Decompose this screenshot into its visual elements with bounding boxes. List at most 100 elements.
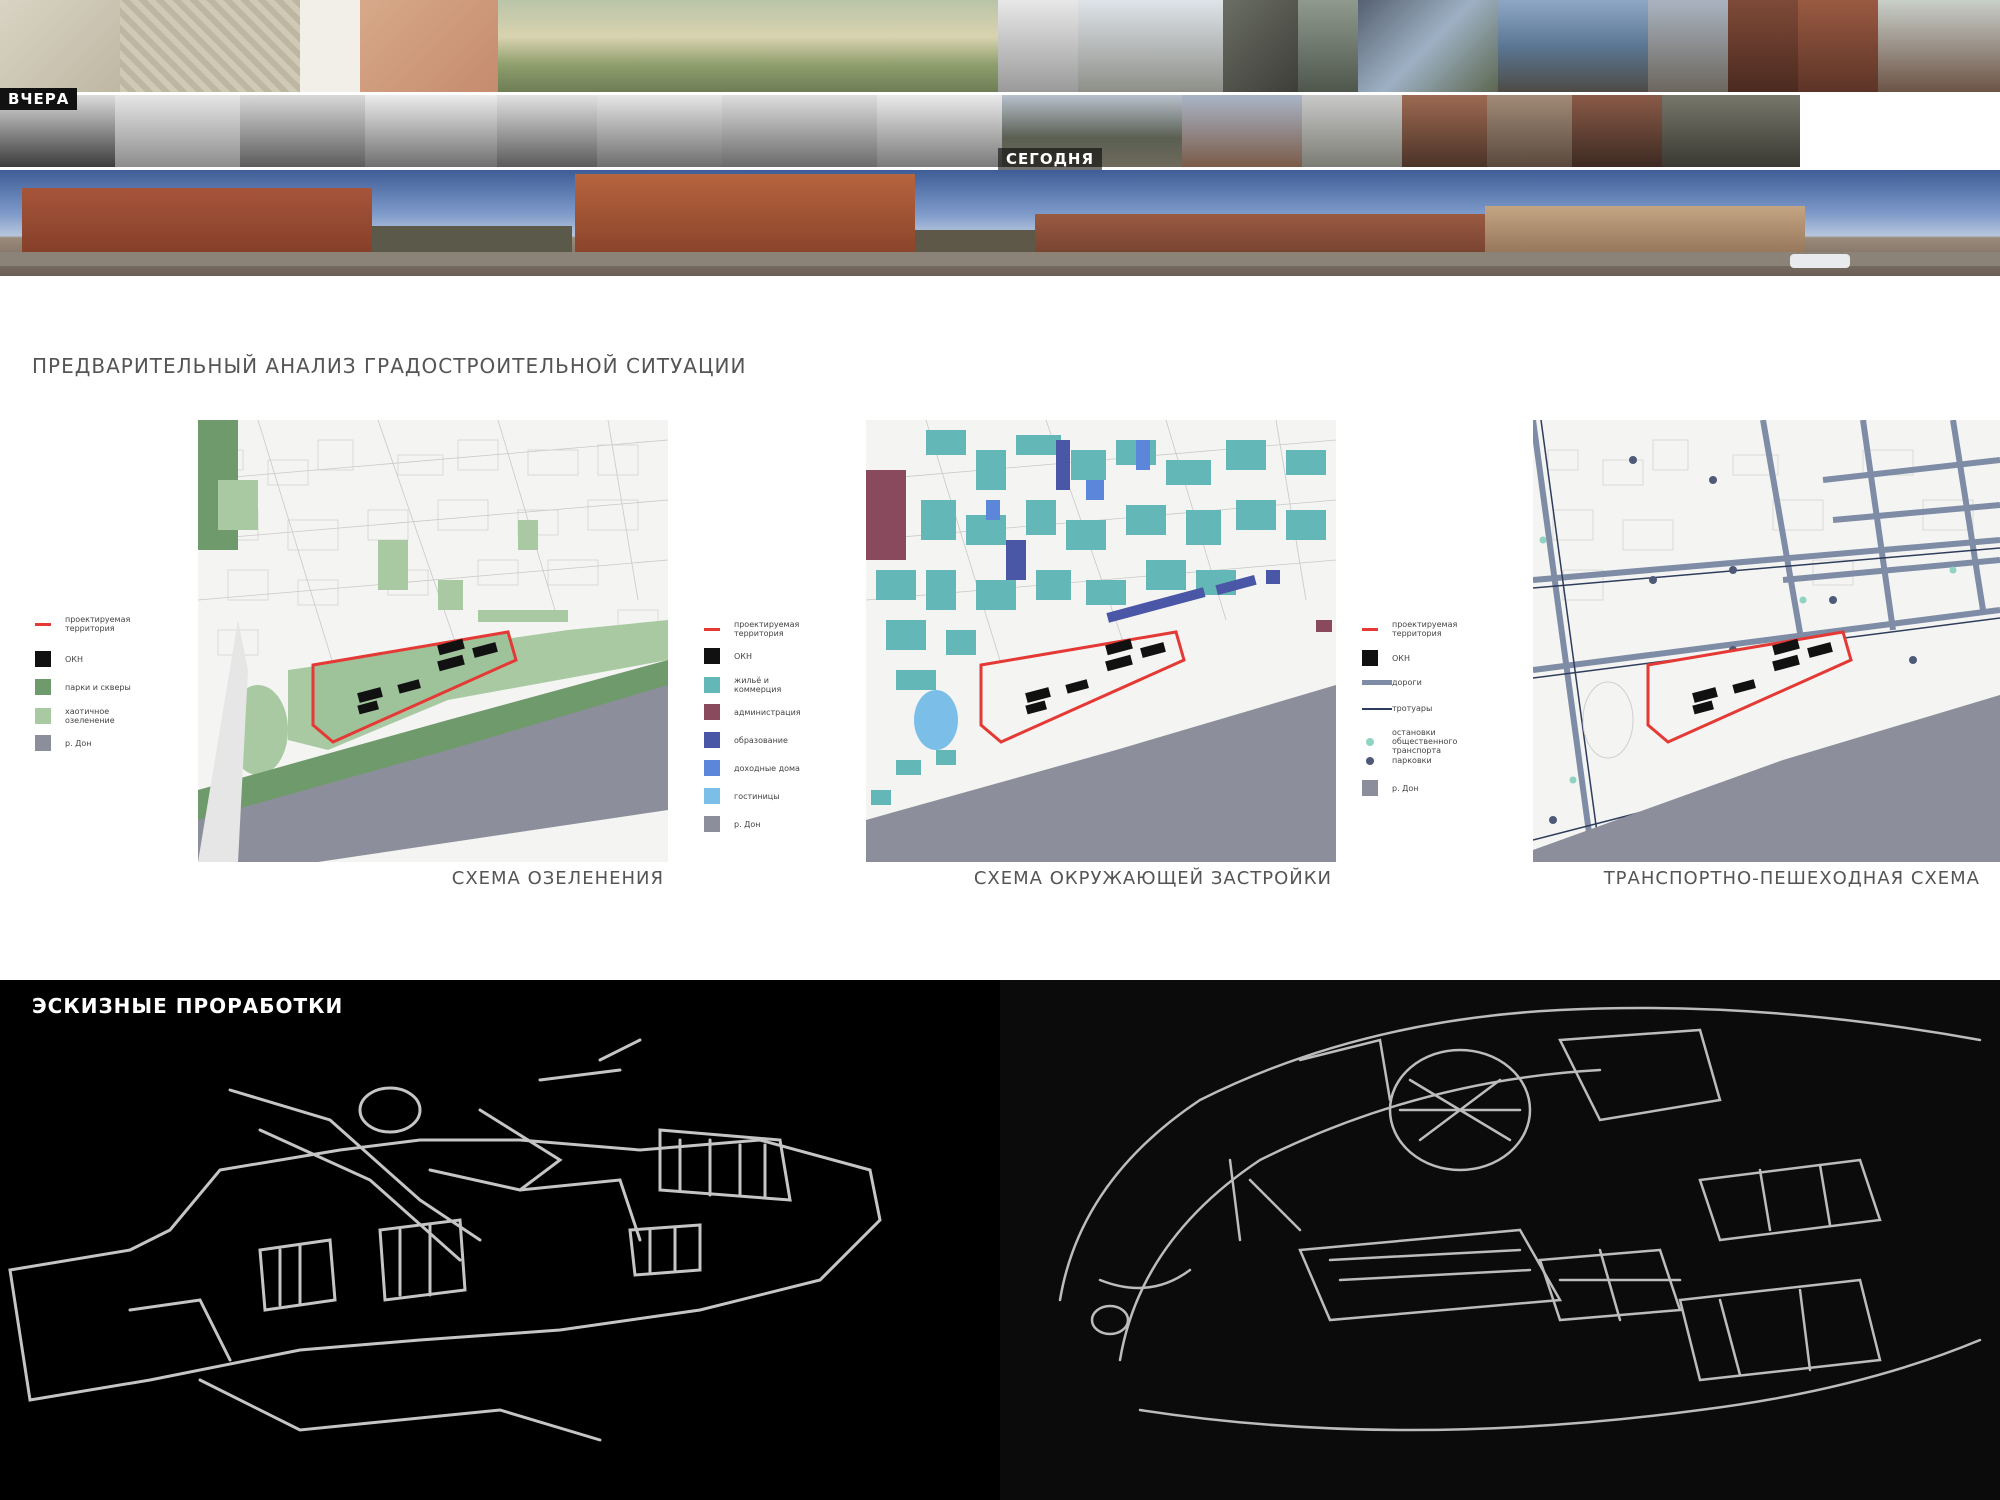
today-label: СЕГОДНЯ <box>998 148 1103 170</box>
legend-label: доходные дома <box>734 763 800 773</box>
legend-symbol <box>704 648 720 664</box>
historic-painting-photo <box>498 0 998 92</box>
fence <box>0 252 2000 266</box>
legend-item: парки и скверы <box>35 679 145 695</box>
legend-item: администрация <box>704 704 814 720</box>
sketch-right <box>1000 980 2000 1500</box>
legend-label: р. Дон <box>734 819 761 829</box>
harbor-photo <box>115 95 240 167</box>
aerial-river-photo <box>1498 0 1648 92</box>
legend-item: проектируемая территория <box>35 615 145 633</box>
greening-map-caption: СХЕМА ОЗЕЛЕНЕНИЯ <box>451 868 664 889</box>
legend-item: р. Дон <box>35 735 145 751</box>
aerial-city-photo <box>1648 0 1728 92</box>
legend-symbol <box>1362 780 1378 796</box>
ruin-photo <box>1572 95 1662 167</box>
legend-symbol <box>704 732 720 748</box>
legend-item: парковки <box>1362 756 1472 765</box>
legend-label: администрация <box>734 707 801 717</box>
legend-symbol <box>1362 707 1392 710</box>
legend-item: тротуары <box>1362 704 1472 713</box>
buildings-map <box>866 420 1336 862</box>
legend-label: р. Дон <box>65 738 92 748</box>
street-photo <box>1078 0 1223 92</box>
legend-label: жильё и коммерция <box>734 676 782 694</box>
bridge-photo <box>240 95 365 167</box>
legend-symbol <box>704 677 720 693</box>
legend-symbol <box>704 760 720 776</box>
aerial-river-photo <box>1358 0 1498 92</box>
buildings-legend: проектируемая территория ОКН жильё и ком… <box>704 620 844 832</box>
legend-label: парковки <box>1392 756 1432 765</box>
ruin-photo <box>1728 0 1798 92</box>
historic-building-photo <box>597 95 722 167</box>
historic-building-photo <box>722 95 877 167</box>
legend-symbol <box>1366 756 1374 765</box>
legend-label: образование <box>734 735 788 745</box>
street-photo <box>1182 95 1302 167</box>
legend-item: р. Дон <box>704 816 814 832</box>
legend-item: жильё и коммерция <box>704 676 814 694</box>
legend-item: проектируемая территория <box>1362 620 1472 638</box>
yesterday-label: ВЧЕРА <box>0 88 78 110</box>
legend-symbol <box>704 704 720 720</box>
legend-symbol <box>35 622 51 626</box>
bridge-photo <box>365 95 497 167</box>
transport-map-caption: ТРАНСПОРТНО-ПЕШЕХОДНАЯ СХЕМА <box>1603 868 1980 889</box>
legend-label: проектируемая территория <box>1392 620 1458 638</box>
legend-item: проектируемая территория <box>704 620 814 638</box>
old-map-photo <box>360 0 498 92</box>
sketch-panel: ЭСКИЗНЫЕ ПРОРАБОТКИ <box>0 980 2000 1500</box>
old-map-photo <box>0 0 120 92</box>
ruin-photo <box>1798 0 1878 92</box>
legend-label: ОКН <box>734 651 752 661</box>
legend-label: гостиницы <box>734 791 780 801</box>
legend-symbol <box>1362 680 1392 685</box>
legend-item: дороги <box>1362 678 1472 687</box>
interior-photo <box>1223 0 1298 92</box>
legend-item: остановки общественного транспорта <box>1362 728 1472 755</box>
legend-label: парки и скверы <box>65 682 131 692</box>
legend-label: ОКН <box>65 654 83 664</box>
sketch-left <box>8 1038 882 1442</box>
greening-map <box>198 420 668 862</box>
legend-symbol <box>1362 650 1378 666</box>
legend-label: проектируемая территория <box>65 615 131 633</box>
analysis-title: ПРЕДВАРИТЕЛЬНЫЙ АНАЛИЗ ГРАДОСТРОИТЕЛЬНОЙ… <box>32 354 747 378</box>
buildings-map-caption: СХЕМА ОКРУЖАЮЩЕЙ ЗАСТРОЙКИ <box>973 868 1332 889</box>
legend-label: проектируемая территория <box>734 620 800 638</box>
ruin-photo <box>1487 95 1572 167</box>
ruin-photo <box>1878 0 2000 92</box>
legend-label: остановки общественного транспорта <box>1392 728 1458 755</box>
legend-symbol <box>35 651 51 667</box>
legend-label: р. Дон <box>1392 783 1419 793</box>
legend-item: доходные дома <box>704 760 814 776</box>
panorama-photo <box>0 170 2000 276</box>
legend-item: ОКН <box>35 651 145 667</box>
ruin-photo <box>1662 95 1800 167</box>
historic-building-photo <box>877 95 1002 167</box>
legend-symbol <box>35 679 51 695</box>
legend-label: хаотичное озеленение <box>65 707 115 725</box>
legend-item: ОКН <box>704 648 814 664</box>
greening-legend: проектируемая территория ОКН парки и скв… <box>35 615 175 755</box>
detail-photo <box>1298 0 1358 92</box>
legend-label: ОКН <box>1392 653 1410 663</box>
legend-symbol <box>1362 627 1378 631</box>
legend-item: гостиницы <box>704 788 814 804</box>
legend-symbol <box>704 788 720 804</box>
transport-map <box>1533 420 2000 862</box>
legend-item: ОКН <box>1362 650 1472 666</box>
legend-symbol <box>35 708 51 724</box>
legend-item: хаотичное озеленение <box>35 707 145 725</box>
photo-strip-top <box>0 0 2000 92</box>
legend-label: дороги <box>1392 678 1422 687</box>
old-map-photo <box>120 0 300 92</box>
legend-symbol <box>704 816 720 832</box>
historic-building-photo <box>497 95 597 167</box>
transport-legend: проектируемая территория ОКН дороги трот… <box>1362 620 1522 800</box>
legend-item: образование <box>704 732 814 748</box>
legend-item: р. Дон <box>1362 780 1472 796</box>
ruin-photo <box>1402 95 1487 167</box>
legend-symbol <box>1366 737 1374 746</box>
